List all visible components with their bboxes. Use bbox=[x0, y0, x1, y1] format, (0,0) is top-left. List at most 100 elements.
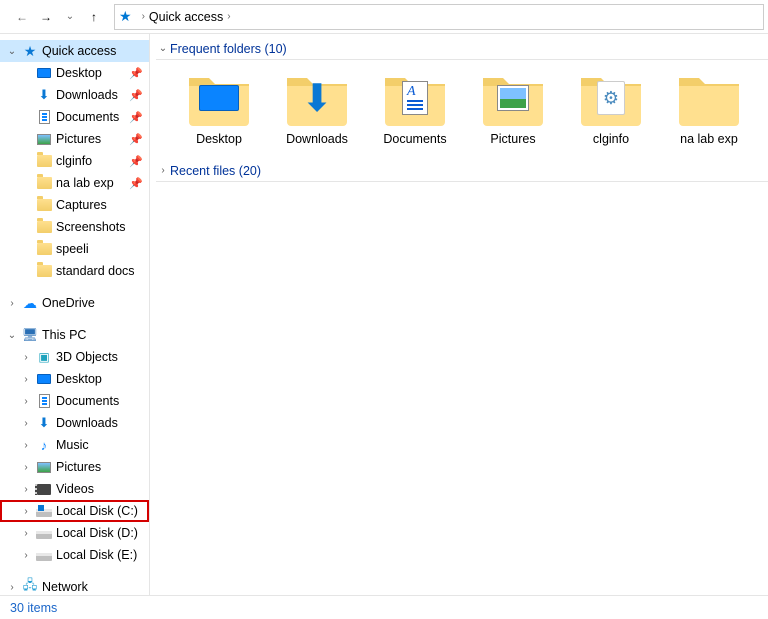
status-bar: 30 items bbox=[0, 595, 768, 619]
pin-icon: 📌 bbox=[129, 177, 143, 190]
nav-pc-local-disk-d-[interactable]: › Local Disk (D:) bbox=[0, 522, 149, 544]
chevron-right-icon[interactable]: › bbox=[20, 506, 32, 517]
nav-label: Documents bbox=[56, 394, 119, 408]
nav-label: standard docs bbox=[56, 264, 135, 278]
chevron-right-icon[interactable]: › bbox=[20, 462, 32, 473]
onedrive-icon: ☁ bbox=[22, 295, 38, 311]
chevron-down-icon[interactable]: ⌄ bbox=[156, 43, 170, 54]
music-icon: ♪ bbox=[36, 437, 52, 453]
document-icon bbox=[36, 109, 52, 125]
chevron-right-icon[interactable]: › bbox=[20, 528, 32, 539]
document-icon bbox=[36, 393, 52, 409]
tile-pictures[interactable]: Pictures bbox=[464, 70, 562, 146]
nav-qa-standard-docs[interactable]: ›standard docs bbox=[0, 260, 149, 282]
nav-label: Videos bbox=[56, 482, 94, 496]
nav-pc-pictures[interactable]: ›Pictures bbox=[0, 456, 149, 478]
group-label: Recent files (20) bbox=[170, 164, 261, 178]
nav-label: Local Disk (E:) bbox=[56, 548, 137, 562]
nav-pc-downloads[interactable]: ›⬇Downloads bbox=[0, 412, 149, 434]
breadcrumb-quick-access[interactable]: Quick access bbox=[149, 10, 223, 24]
download-icon: ⬇ bbox=[36, 87, 52, 103]
nav-label: Downloads bbox=[56, 416, 118, 430]
folder-icon bbox=[36, 263, 52, 279]
nav-qa-documents[interactable]: ›Documents📌 bbox=[0, 106, 149, 128]
chevron-right-icon[interactable]: › bbox=[6, 298, 18, 309]
nav-qa-captures[interactable]: ›Captures bbox=[0, 194, 149, 216]
nav-label: 3D Objects bbox=[56, 350, 118, 364]
group-frequent-folders[interactable]: ⌄ Frequent folders (10) bbox=[156, 38, 768, 60]
chevron-right-icon[interactable]: › bbox=[6, 582, 18, 593]
nav-pc-music[interactable]: ›♪Music bbox=[0, 434, 149, 456]
chevron-right-icon[interactable]: › bbox=[20, 374, 32, 385]
chevron-right-icon[interactable]: › bbox=[20, 484, 32, 495]
folder-icon bbox=[36, 175, 52, 191]
chevron-down-icon[interactable]: ⌄ bbox=[6, 330, 18, 341]
videos-icon bbox=[36, 481, 52, 497]
nav-onedrive[interactable]: › ☁ OneDrive bbox=[0, 292, 149, 314]
nav-pc-3d-objects[interactable]: ›▣3D Objects bbox=[0, 346, 149, 368]
address-bar[interactable]: ★ › Quick access › bbox=[114, 4, 764, 30]
nav-recent-dropdown[interactable]: ⌄ bbox=[58, 5, 82, 29]
chevron-right-icon[interactable]: › bbox=[20, 396, 32, 407]
nav-this-pc[interactable]: ⌄ 🖥 This PC bbox=[0, 324, 149, 346]
nav-label: Captures bbox=[56, 198, 107, 212]
nav-label: OneDrive bbox=[42, 296, 95, 310]
nav-forward-button[interactable]: → bbox=[34, 5, 58, 29]
nav-pane[interactable]: ⌄ ★ Quick access ›Desktop📌›⬇Downloads📌›D… bbox=[0, 34, 150, 595]
tile-label: na lab exp bbox=[680, 132, 738, 146]
network-icon: 🖧 bbox=[22, 579, 38, 595]
chevron-right-icon[interactable]: › bbox=[20, 440, 32, 451]
disk-icon bbox=[36, 525, 52, 541]
nav-qa-screenshots[interactable]: ›Screenshots bbox=[0, 216, 149, 238]
chevron-right-icon[interactable]: › bbox=[20, 418, 32, 429]
disk-icon bbox=[36, 547, 52, 563]
folder-icon bbox=[36, 153, 52, 169]
desktop-icon bbox=[36, 65, 52, 81]
nav-up-button[interactable]: ↑ bbox=[82, 5, 106, 29]
folder-icon bbox=[36, 219, 52, 235]
nav-back-button[interactable]: ← bbox=[10, 5, 34, 29]
nav-qa-pictures[interactable]: ›Pictures📌 bbox=[0, 128, 149, 150]
pc-icon: 🖥 bbox=[22, 327, 38, 343]
chevron-right-icon: › bbox=[227, 11, 230, 22]
pin-icon: 📌 bbox=[129, 67, 143, 80]
nav-qa-clginfo[interactable]: ›clginfo📌 bbox=[0, 150, 149, 172]
pin-icon: 📌 bbox=[129, 133, 143, 146]
nav-pc-videos[interactable]: › Videos bbox=[0, 478, 149, 500]
nav-label: Quick access bbox=[42, 44, 116, 58]
nav-pc-desktop[interactable]: ›Desktop bbox=[0, 368, 149, 390]
nav-quick-access[interactable]: ⌄ ★ Quick access bbox=[0, 40, 149, 62]
chevron-right-icon[interactable]: › bbox=[20, 550, 32, 561]
folder-icon bbox=[481, 70, 545, 126]
nav-qa-downloads[interactable]: ›⬇Downloads📌 bbox=[0, 84, 149, 106]
nav-label: Documents bbox=[56, 110, 119, 124]
nav-network[interactable]: › 🖧 Network bbox=[0, 576, 149, 595]
content-area[interactable]: ⌄ Frequent folders (10) Desktop⬇Download… bbox=[150, 34, 768, 595]
tile-na-lab-exp[interactable]: na lab exp bbox=[660, 70, 758, 146]
pin-icon: 📌 bbox=[129, 155, 143, 168]
folder-icon bbox=[383, 70, 447, 126]
nav-pc-local-disk-c-[interactable]: ›Local Disk (C:) bbox=[0, 500, 149, 522]
tile-label: clginfo bbox=[593, 132, 629, 146]
folder-icon bbox=[36, 197, 52, 213]
group-recent-files[interactable]: › Recent files (20) bbox=[156, 160, 768, 182]
download-overlay-icon: ⬇ bbox=[285, 70, 349, 126]
tile-desktop[interactable]: Desktop bbox=[170, 70, 268, 146]
nav-label: Local Disk (D:) bbox=[56, 526, 138, 540]
quick-access-star-icon: ★ bbox=[119, 8, 132, 25]
nav-label: clginfo bbox=[56, 154, 92, 168]
group-label: Frequent folders (10) bbox=[170, 42, 287, 56]
chevron-down-icon[interactable]: ⌄ bbox=[6, 46, 18, 57]
nav-pc-local-disk-e-[interactable]: › Local Disk (E:) bbox=[0, 544, 149, 566]
chevron-right-icon[interactable]: › bbox=[156, 165, 170, 176]
pin-icon: 📌 bbox=[129, 111, 143, 124]
pictures-icon bbox=[36, 131, 52, 147]
nav-qa-desktop[interactable]: ›Desktop📌 bbox=[0, 62, 149, 84]
tile-clginfo[interactable]: ⚙clginfo bbox=[562, 70, 660, 146]
tile-downloads[interactable]: ⬇Downloads bbox=[268, 70, 366, 146]
nav-qa-speeli[interactable]: ›speeli bbox=[0, 238, 149, 260]
tile-documents[interactable]: Documents bbox=[366, 70, 464, 146]
nav-qa-na-lab-exp[interactable]: ›na lab exp📌 bbox=[0, 172, 149, 194]
nav-pc-documents[interactable]: › Documents bbox=[0, 390, 149, 412]
chevron-right-icon[interactable]: › bbox=[20, 352, 32, 363]
